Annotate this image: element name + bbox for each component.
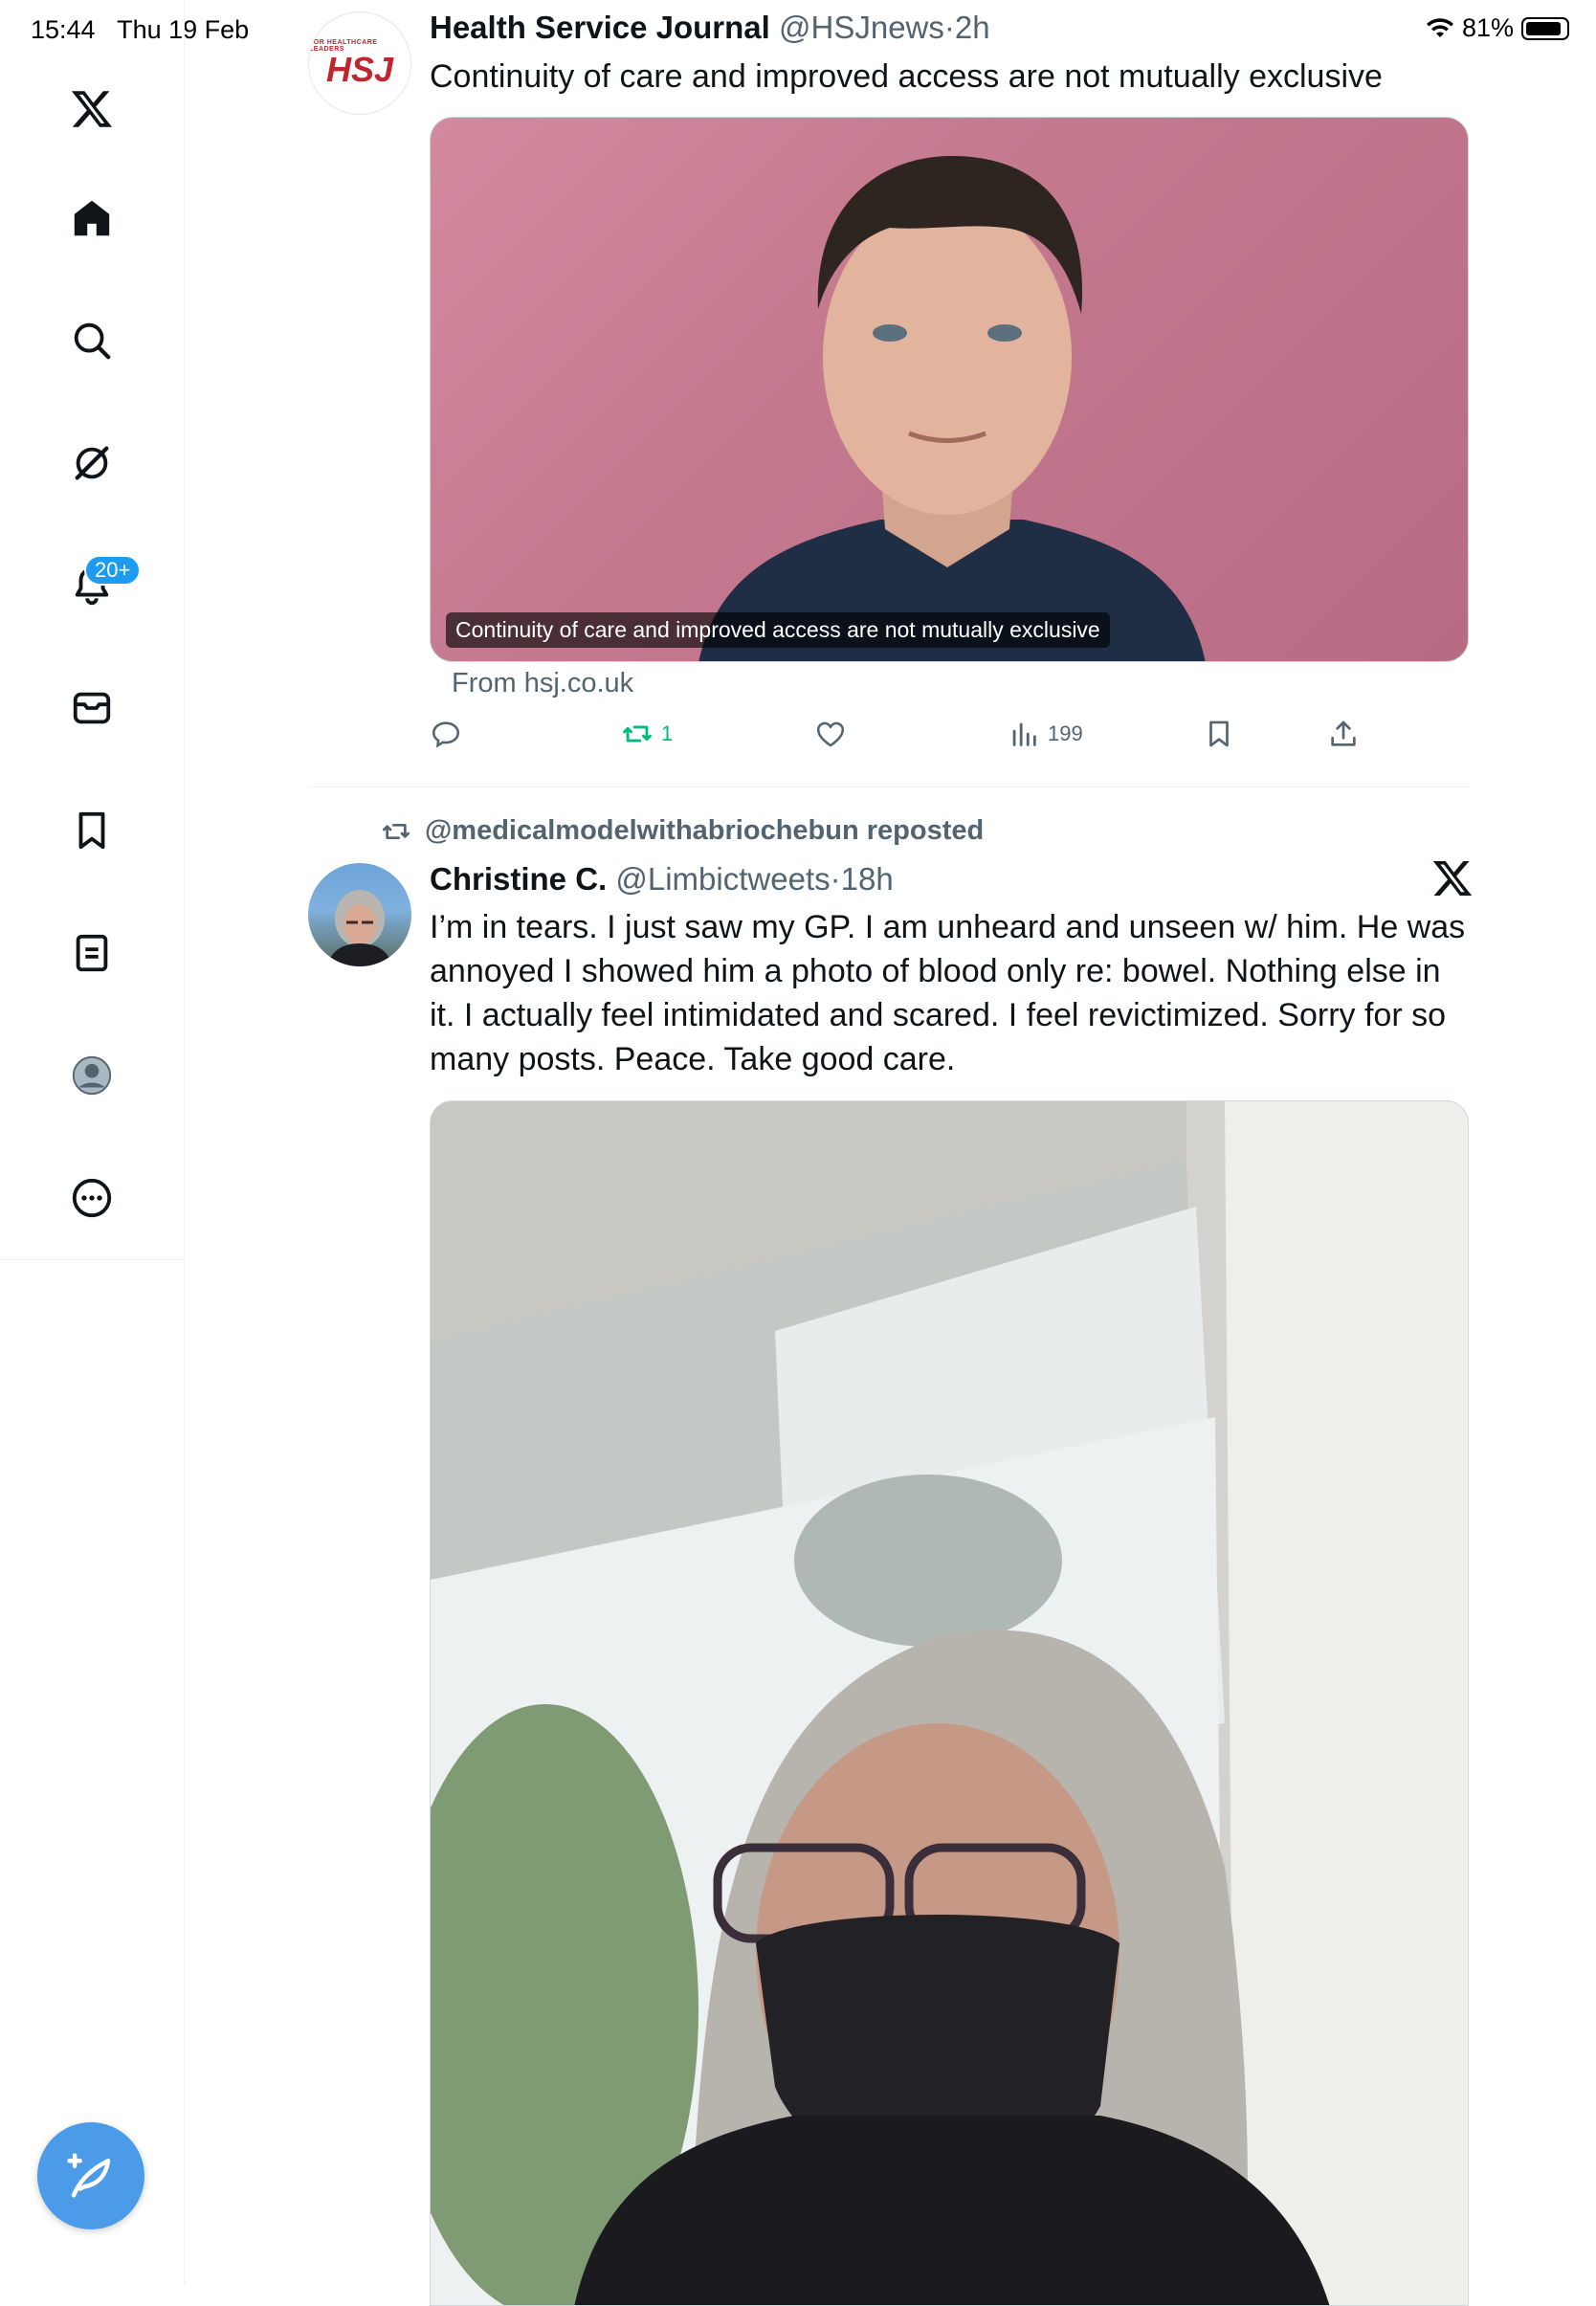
views-count: 199 — [1048, 721, 1083, 745]
x-logo-icon — [1432, 861, 1473, 896]
views-icon — [1012, 722, 1036, 746]
x-logo-icon[interactable] — [54, 71, 130, 147]
card-source[interactable]: From hsj.co.uk — [452, 668, 633, 699]
tweet-header: Christine C. @Limbictweets·18h — [430, 861, 894, 898]
sidebar-divider — [0, 1259, 184, 1260]
handle[interactable]: @Limbictweets — [615, 861, 830, 897]
reply-icon — [432, 721, 460, 748]
repost-icon — [623, 725, 652, 743]
feather-plus-icon — [67, 2153, 111, 2198]
tweet-header: Health Service Journal @HSJnews·2h — [430, 10, 990, 46]
tweet-text: I’m in tears. I just saw my GP. I am unh… — [430, 909, 1466, 1077]
wifi-icon — [1426, 17, 1453, 37]
display-name[interactable]: Health Service Journal — [430, 10, 770, 45]
home-icon[interactable] — [54, 180, 130, 256]
tweet-photo[interactable] — [430, 1100, 1469, 2306]
avatar-photo — [327, 890, 392, 966]
sidebar: 20+ — [0, 0, 185, 2285]
status-indicators: 81% — [1426, 13, 1569, 43]
tweet-time[interactable]: 18h — [841, 861, 894, 897]
repost-icon — [383, 823, 410, 839]
repost-count: 1 — [661, 721, 674, 745]
share-icon — [1331, 721, 1356, 746]
handle[interactable]: @HSJnews — [779, 10, 944, 45]
tweet-actions: 1 199 — [430, 718, 1469, 765]
views-button[interactable]: 199 — [1008, 718, 1083, 750]
reply-button[interactable] — [430, 718, 462, 750]
separator: · — [943, 10, 955, 45]
like-button[interactable] — [814, 718, 847, 750]
battery-icon — [1521, 16, 1569, 40]
more-icon[interactable] — [54, 1160, 130, 1236]
display-name[interactable]: Christine C. — [430, 861, 607, 897]
repost-button[interactable]: 1 — [621, 718, 673, 750]
grok-icon[interactable] — [54, 425, 130, 501]
notifications-badge: 20+ — [84, 555, 142, 586]
hsj-avatar[interactable]: FOR HEALTHCARE LEADERS HSJ — [308, 11, 411, 115]
tweet-text: Continuity of care and improved access a… — [430, 58, 1383, 95]
repost-context[interactable]: @medicalmodelwithabriochebun reposted — [381, 815, 984, 847]
compose-button[interactable] — [37, 2122, 144, 2229]
avatar-logo-text: HSJ — [325, 50, 394, 89]
search-icon[interactable] — [54, 302, 130, 379]
battery-percent: 81% — [1461, 13, 1514, 42]
profile-icon[interactable] — [54, 1037, 130, 1114]
link-card-image[interactable]: Continuity of care and improved access a… — [430, 117, 1469, 662]
bookmark-button[interactable] — [1203, 718, 1235, 750]
selfie-photo — [431, 1101, 1468, 2305]
separator: · — [830, 861, 841, 897]
mail-icon[interactable] — [54, 670, 130, 746]
lists-icon[interactable] — [54, 915, 130, 991]
share-button[interactable] — [1327, 718, 1360, 750]
repost-label: @medicalmodelwithabriochebun reposted — [425, 815, 985, 846]
bookmark-outline-icon — [1209, 721, 1229, 747]
heart-icon — [816, 721, 845, 747]
bookmark-icon[interactable] — [54, 792, 130, 869]
portrait-photo — [698, 156, 1206, 661]
battery-fill — [1526, 21, 1561, 35]
christine-avatar[interactable] — [308, 863, 411, 966]
tweet-time[interactable]: 2h — [955, 10, 990, 45]
card-caption: Continuity of care and improved access a… — [446, 612, 1110, 648]
